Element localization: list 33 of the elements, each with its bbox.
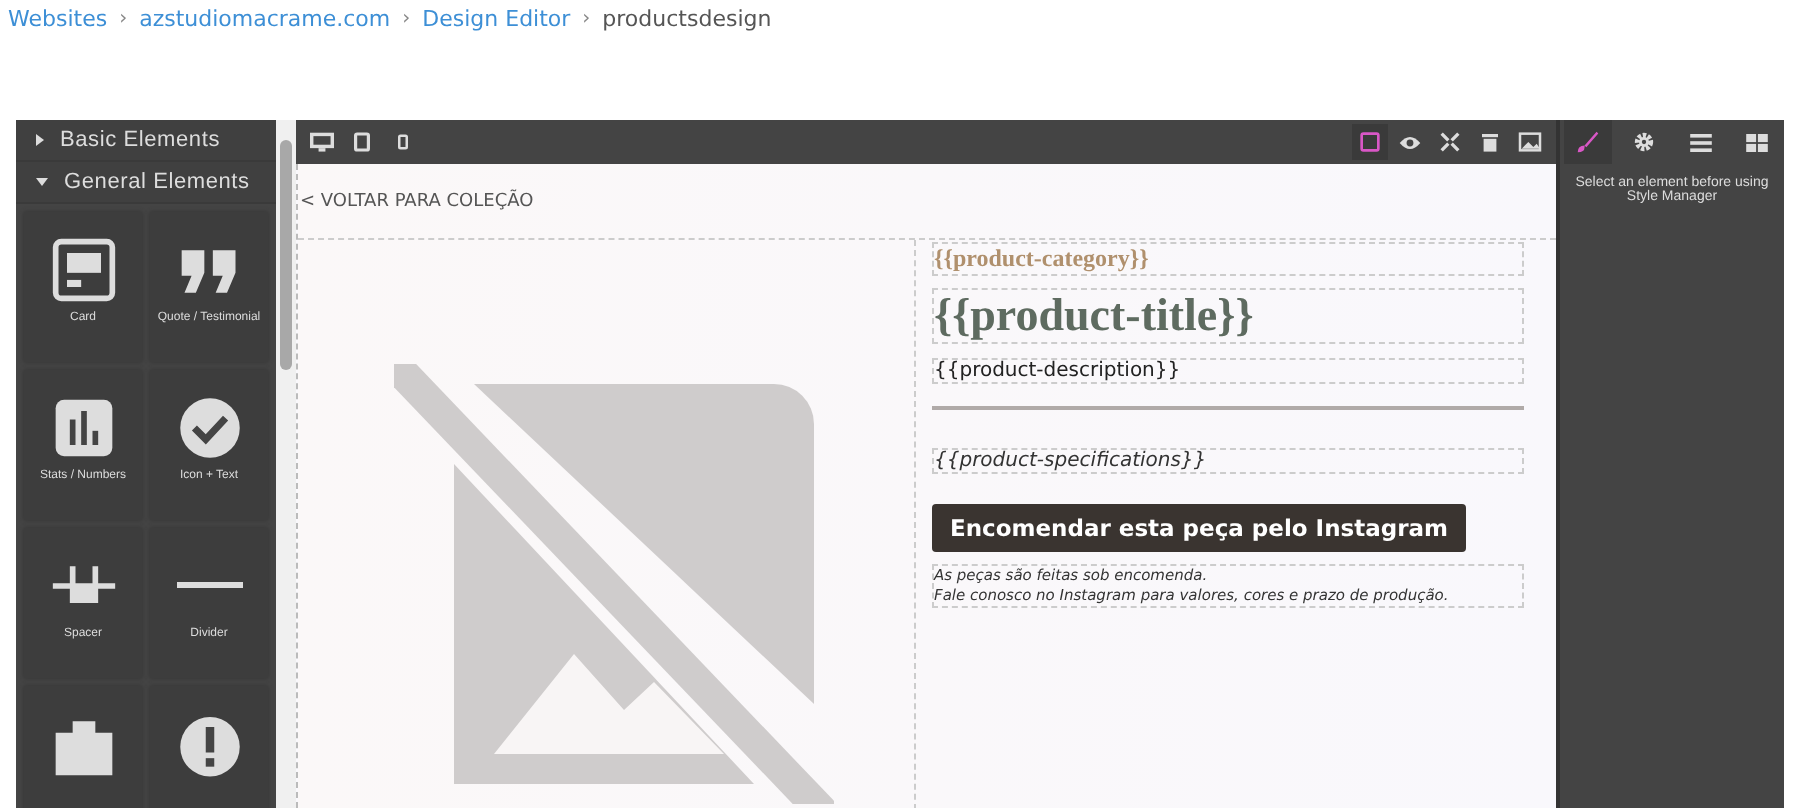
category-header[interactable]: Basic Elements — [16, 120, 276, 162]
tablet-icon — [354, 132, 370, 152]
scrollbar[interactable] — [276, 120, 296, 808]
gear-icon — [1634, 132, 1654, 152]
trash-icon — [1482, 132, 1498, 152]
order-button[interactable]: Encomendar esta peça pelo Instagram — [932, 504, 1467, 552]
brush-icon — [1576, 130, 1600, 154]
fullscreen-icon — [1440, 132, 1460, 152]
card-icon — [49, 236, 117, 304]
square-icon — [1360, 132, 1380, 152]
product-specifications: {{product-specifications}} — [932, 448, 1524, 474]
back-link[interactable]: < VOLTAR PARA COLEÇÃO — [300, 191, 534, 211]
outline-toggle-button[interactable] — [1352, 124, 1388, 160]
product-category: {{product-category}} — [932, 242, 1524, 276]
block-tile[interactable] — [24, 686, 142, 808]
grid-icon — [1745, 133, 1767, 151]
product-description: {{product-description}} — [932, 358, 1524, 384]
image-placeholder-icon — [394, 364, 834, 804]
eye-icon — [1398, 133, 1422, 151]
breadcrumb-separator: › — [402, 8, 411, 30]
line-icon — [175, 582, 243, 588]
monitor-icon — [310, 131, 334, 153]
breadcrumb-separator: › — [119, 8, 128, 30]
menu-icon — [1689, 133, 1711, 151]
image-icon — [1518, 132, 1542, 152]
style-manager-tab[interactable] — [1564, 120, 1612, 164]
breadcrumb-current: productsdesign — [602, 6, 772, 32]
block-tile[interactable] — [150, 686, 268, 808]
category-header[interactable]: General Elements — [16, 162, 276, 204]
breadcrumb-separator: › — [582, 8, 591, 30]
checkmark-icon — [175, 394, 243, 462]
phone-icon — [397, 134, 407, 150]
product-title: {{product-title}} — [932, 288, 1524, 344]
